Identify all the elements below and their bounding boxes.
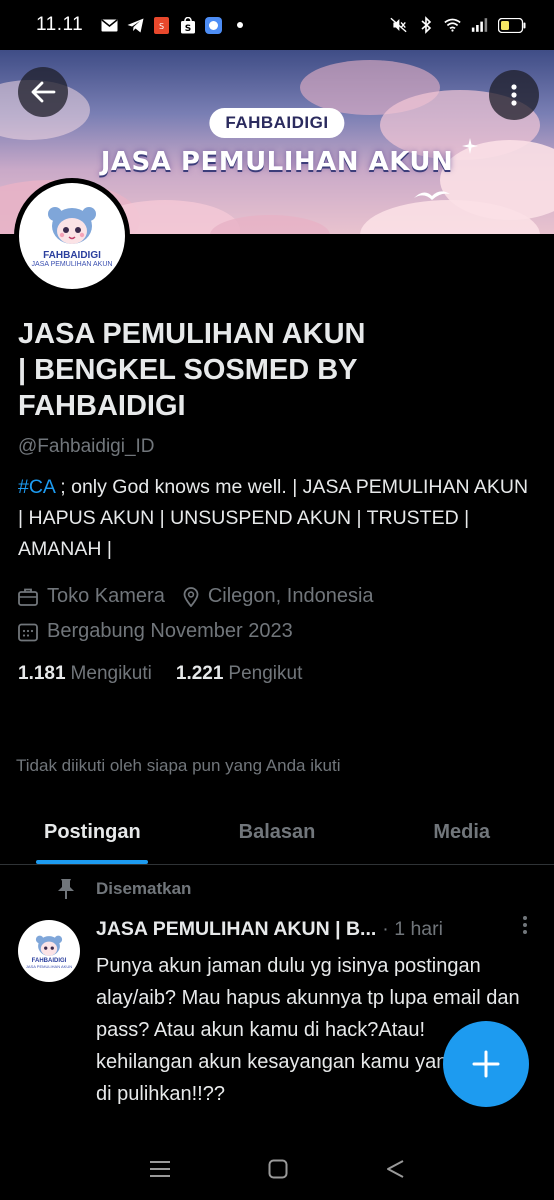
tab-postingan-label: Postingan — [44, 820, 141, 843]
post-avatar-tagline: JASA PEMULIHAN AKUN — [25, 963, 73, 969]
banner-pill: FAHBAIDIGI — [209, 108, 345, 138]
telegram-icon — [127, 17, 144, 34]
mail-icon — [101, 17, 118, 34]
post-time: · 1 hari — [382, 918, 443, 940]
joined-label: Bergabung November 2023 — [47, 620, 293, 642]
pinned-label: Disematkan — [96, 879, 192, 898]
home-button[interactable] — [268, 1159, 288, 1184]
wifi-icon — [444, 17, 461, 34]
followers-label: Pengikut — [228, 663, 303, 684]
back-arrow-icon — [31, 81, 56, 103]
profile-info: JASA PEMULIHAN AKUN | BENGKEL SOSMED BY … — [18, 316, 538, 685]
shopee-pay-icon: S — [153, 16, 170, 34]
post-author[interactable]: JASA PEMULIHAN AKUN | B... — [96, 918, 376, 941]
followers-count: 1.221 — [175, 663, 224, 684]
pin-icon — [58, 879, 74, 899]
more-vertical-icon — [523, 916, 527, 934]
tab-postingan[interactable]: Postingan — [0, 800, 185, 864]
display-name-line2: | BENGKEL SOSMED BY — [18, 354, 358, 386]
post-avatar[interactable]: FAHBAIDIGI JASA PEMULIHAN AKUN — [18, 920, 80, 982]
signal-icon — [471, 17, 488, 34]
active-tab-indicator — [36, 860, 149, 864]
following-link[interactable]: 1.181 Mengikuti — [18, 663, 152, 685]
system-icons — [390, 16, 526, 34]
home-square-icon — [268, 1159, 288, 1178]
following-label: Mengikuti — [70, 663, 152, 684]
plus-icon — [472, 1050, 500, 1078]
post-more-button[interactable] — [522, 914, 528, 941]
mute-icon — [390, 17, 407, 34]
mascot-icon — [35, 935, 63, 956]
post-header: JASA PEMULIHAN AKUN | B... · 1 hari — [96, 918, 536, 941]
display-name-line1: JASA PEMULIHAN AKUN — [18, 318, 366, 350]
mascot-icon — [48, 207, 96, 244]
joined-item: Bergabung November 2023 — [18, 620, 293, 643]
avatar-brand: FAHBAIDIGI — [43, 250, 101, 261]
bio: #CA ; only God knows me well. | JASA PEM… — [18, 472, 538, 565]
location-label: Cilegon, Indonesia — [207, 585, 374, 607]
category-label: Toko Kamera — [47, 585, 165, 607]
menu-icon — [149, 1160, 170, 1177]
bio-hashtag-link[interactable]: #CA — [18, 476, 55, 498]
dot-icon — [231, 17, 248, 34]
compose-button[interactable] — [443, 1021, 529, 1107]
battery-icon — [498, 17, 526, 34]
location-item: Cilegon, Indonesia — [183, 585, 374, 608]
tab-media-label: Media — [433, 820, 491, 843]
tab-media[interactable]: Media — [369, 800, 554, 864]
followers-link[interactable]: 1.221 Pengikut — [176, 663, 303, 685]
svg-text:S: S — [184, 24, 190, 34]
svg-text:S: S — [159, 22, 164, 31]
back-triangle-icon — [387, 1159, 404, 1178]
bio-text: ; only God knows me well. | JASA PEMULIH… — [18, 476, 529, 560]
user-handle: @Fahbaidigi_ID — [18, 436, 155, 457]
system-nav-bar — [0, 1142, 554, 1200]
bluetooth-icon — [417, 16, 434, 34]
location-pin-icon — [183, 586, 199, 607]
more-options-button[interactable] — [489, 70, 539, 120]
follow-stats: 1.181 Mengikuti 1.221 Pengikut — [18, 663, 538, 685]
profile-avatar[interactable]: FAHBAIDIGI JASA PEMULIHAN AKUN — [14, 178, 130, 294]
calendar-icon — [18, 623, 38, 641]
tab-balasan[interactable]: Balasan — [185, 800, 370, 864]
avatar-tagline: JASA PEMULIHAN AKUN — [31, 261, 113, 268]
shop-bag-icon: S — [179, 16, 196, 34]
pinned-indicator: Disematkan — [56, 878, 191, 900]
display-name: JASA PEMULIHAN AKUN | BENGKEL SOSMED BY … — [18, 316, 538, 424]
notification-icons: S S — [101, 16, 248, 34]
app-icon — [205, 16, 223, 34]
status-bar: 11.11 S S — [0, 0, 554, 50]
sparkle-icon — [462, 138, 478, 154]
status-time: 11.11 — [36, 14, 84, 35]
tab-balasan-label: Balasan — [238, 820, 316, 843]
back-button[interactable] — [18, 67, 68, 117]
following-count: 1.181 — [18, 663, 66, 684]
more-vertical-icon — [511, 84, 517, 106]
not-followed-text: Tidak diikuti oleh siapa pun yang Anda i… — [16, 756, 341, 775]
profile-tabs: Postingan Balasan Media — [0, 800, 554, 865]
briefcase-icon — [18, 588, 38, 606]
bird-icon — [414, 191, 450, 200]
display-name-line3: FAHBAIDIGI — [18, 390, 186, 422]
category-item: Toko Kamera — [18, 585, 165, 608]
recents-button[interactable] — [149, 1159, 171, 1184]
profile-meta: Toko Kamera Cilegon, Indonesia — [18, 585, 538, 608]
system-back-button[interactable] — [385, 1159, 405, 1184]
joined-row: Bergabung November 2023 — [18, 620, 538, 643]
